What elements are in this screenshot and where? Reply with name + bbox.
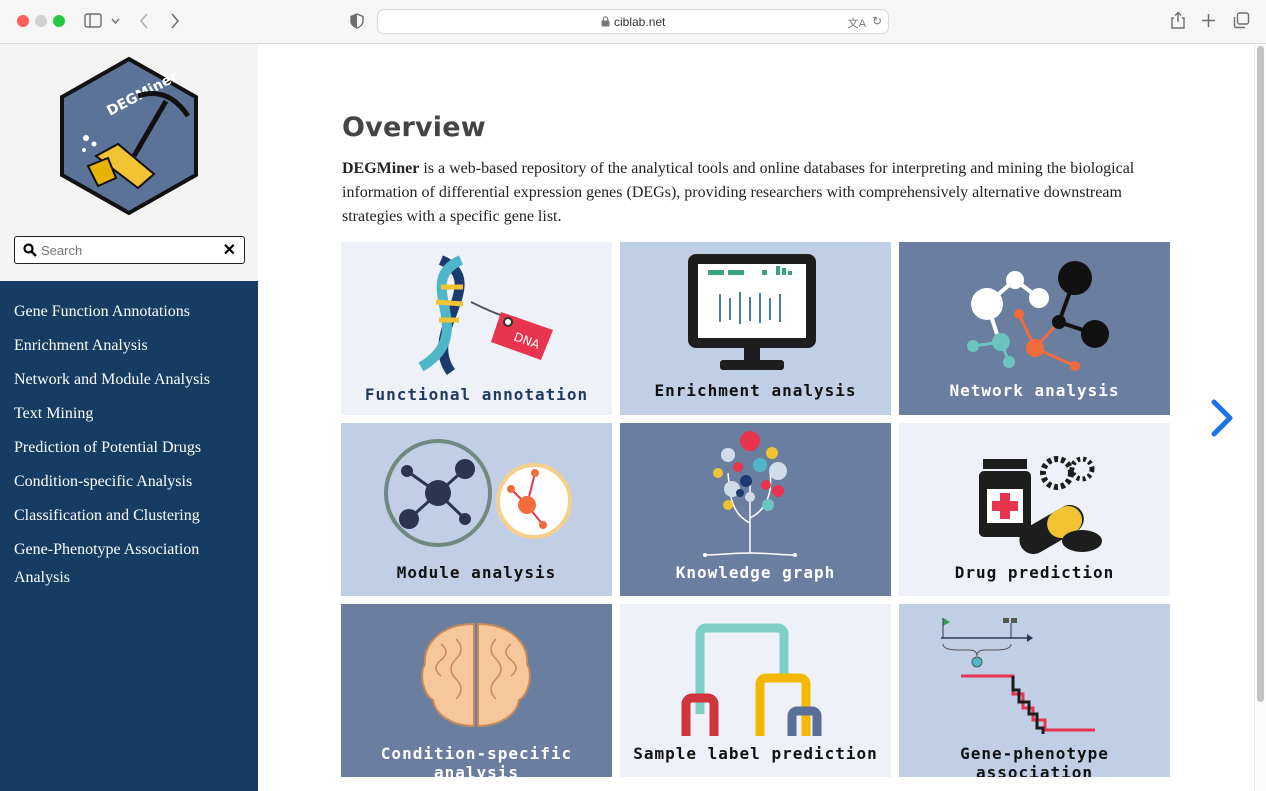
tile-knowledge-graph[interactable]: Knowledge graph xyxy=(620,423,891,596)
new-tab-icon[interactable] xyxy=(1201,13,1216,28)
tile-sample-label-prediction[interactable]: Sample label prediction xyxy=(620,604,891,777)
lock-icon xyxy=(601,16,610,27)
tile-label: Knowledge graph xyxy=(675,563,836,582)
zoom-window-button[interactable] xyxy=(53,15,65,27)
carousel-next-icon[interactable] xyxy=(1206,396,1236,440)
chevron-down-icon[interactable] xyxy=(111,17,120,25)
close-window-button[interactable] xyxy=(17,15,29,27)
forward-icon[interactable] xyxy=(170,12,180,30)
sidebar-header: DEGMiner ✕ xyxy=(0,44,258,281)
search-box[interactable]: ✕ xyxy=(14,236,245,264)
search-input[interactable] xyxy=(41,240,221,260)
sidebar-item-gene-phenotype-association-analysis[interactable]: Gene-Phenotype Association Analysis xyxy=(0,536,258,592)
tile-label: Module analysis xyxy=(396,563,557,582)
privacy-shield-icon[interactable] xyxy=(349,13,365,29)
tile-label: Drug prediction xyxy=(954,563,1115,582)
sidebar-item-classification-and-clustering[interactable]: Classification and Clustering xyxy=(0,502,258,530)
sidebar-item-prediction-of-potential-drugs[interactable]: Prediction of Potential Drugs xyxy=(0,434,258,462)
tile-label: Network analysis xyxy=(949,381,1120,400)
tile-condition-specific-analysis[interactable]: Condition-specific analysis xyxy=(341,604,612,777)
sidebar-item-enrichment-analysis[interactable]: Enrichment Analysis xyxy=(0,332,258,360)
address-bar[interactable]: ciblab.net ⽂A ↻ xyxy=(377,9,889,34)
tile-module-analysis[interactable]: Module analysis xyxy=(341,423,612,596)
minimize-window-button[interactable] xyxy=(35,15,47,27)
tab-overview-icon[interactable] xyxy=(1233,12,1250,29)
sidebar-item-network-and-module-analysis[interactable]: Network and Module Analysis xyxy=(0,366,258,394)
scrollbar-thumb[interactable] xyxy=(1257,46,1264,702)
tile-gene-phenotype-association[interactable]: Gene-phenotype association xyxy=(899,604,1170,777)
intro-brand: DEGMiner xyxy=(342,160,420,177)
tile-label: Sample label prediction xyxy=(633,744,878,763)
browser-toolbar: ciblab.net ⽂A ↻ xyxy=(0,0,1266,44)
search-icon xyxy=(23,243,37,257)
tile-functional-annotation[interactable]: DNA Functional annotation xyxy=(341,242,612,415)
share-icon[interactable] xyxy=(1170,11,1186,30)
sidebar-item-text-mining[interactable]: Text Mining xyxy=(0,400,258,428)
sidebar-item-gene-function-annotations[interactable]: Gene Function Annotations xyxy=(0,298,258,326)
tile-label: Functional annotation xyxy=(364,385,589,404)
page-scrollbar[interactable] xyxy=(1254,44,1266,791)
sidebar-nav: Gene Function Annotations Enrichment Ana… xyxy=(0,281,258,791)
page-title: Overview xyxy=(342,112,486,143)
back-icon[interactable] xyxy=(139,12,149,30)
clear-search-icon[interactable]: ✕ xyxy=(223,240,236,260)
reload-icon[interactable]: ↻ xyxy=(872,14,882,28)
tile-drug-prediction[interactable]: Drug prediction xyxy=(899,423,1170,596)
translate-icon[interactable]: ⽂A xyxy=(848,15,866,31)
degminer-logo[interactable]: DEGMiner xyxy=(58,56,200,216)
intro-paragraph: DEGMiner is a web-based repository of th… xyxy=(342,157,1172,229)
tile-enrichment-analysis[interactable]: Enrichment analysis xyxy=(620,242,891,415)
url-text: ciblab.net xyxy=(614,15,666,29)
sidebar-item-condition-specific-analysis[interactable]: Condition-specific Analysis xyxy=(0,468,258,496)
tile-label: Gene-phenotype association xyxy=(960,744,1109,777)
tile-label: Condition-specific analysis xyxy=(380,744,573,777)
main-content: Overview DEGMiner is a web-based reposit… xyxy=(258,44,1254,791)
sidebar-toggle-icon[interactable] xyxy=(84,13,102,29)
intro-text: is a web-based repository of the analyti… xyxy=(342,160,1135,225)
tile-label: Enrichment analysis xyxy=(654,381,857,400)
tile-network-analysis[interactable]: Network analysis xyxy=(899,242,1170,415)
